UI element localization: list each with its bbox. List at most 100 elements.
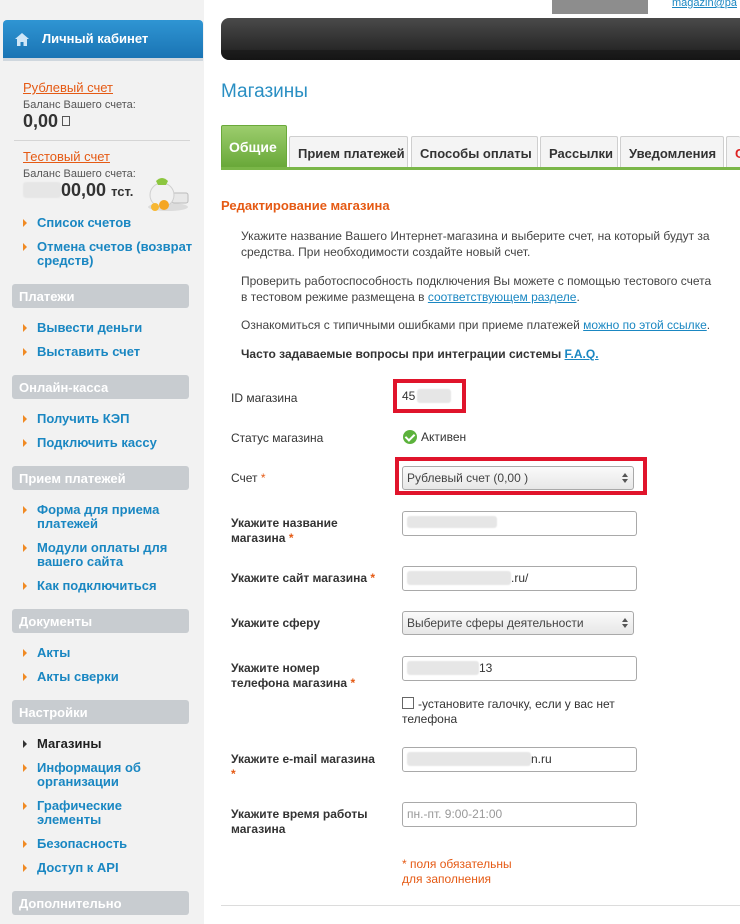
faq-text: Часто задаваемые вопросы при интеграции … bbox=[241, 346, 599, 362]
tab-more[interactable]: С bbox=[726, 136, 740, 167]
section-payments[interactable]: Платежи bbox=[12, 284, 189, 308]
blurred-value bbox=[407, 516, 497, 528]
arrow-right-icon bbox=[23, 243, 27, 251]
nav-connect-cash[interactable]: Подключить кассу bbox=[23, 436, 157, 450]
status-text: Активен bbox=[421, 430, 467, 444]
intro-line: Укажите название Вашего Интернет-магазин… bbox=[241, 229, 710, 243]
shop-name-input[interactable] bbox=[402, 511, 637, 536]
ruble-balance-label: Баланс Вашего счета: bbox=[23, 99, 136, 111]
email-value: n.ru bbox=[531, 752, 552, 766]
select-arrows-icon bbox=[622, 618, 628, 628]
blurred-amount bbox=[23, 182, 61, 198]
sphere-select[interactable]: Выберите сферы деятельности bbox=[402, 611, 634, 635]
arrow-right-icon bbox=[23, 439, 27, 447]
nav-payment-modules[interactable]: Модули оплаты для вашего сайта bbox=[23, 541, 183, 569]
required-note: * поля обязательны для заполнения bbox=[402, 857, 512, 887]
nav-label: Отмена счетов (возврат средств) bbox=[37, 239, 193, 268]
top-bar bbox=[221, 18, 740, 60]
sphere-label: Укажите сферу bbox=[231, 616, 320, 630]
intro-line: . bbox=[706, 318, 711, 332]
nav-cancel-invoices[interactable]: Отмена счетов (возврат средств) bbox=[23, 240, 193, 268]
test-account-block: Тестовый счет Баланс Вашего счета: 00,00… bbox=[23, 149, 136, 201]
site-label-text: Укажите сайт магазина bbox=[231, 571, 368, 585]
arrow-right-icon bbox=[23, 740, 27, 748]
shop-id-label: ID магазина bbox=[231, 391, 298, 405]
divider bbox=[14, 140, 190, 141]
nav-graphic-elements[interactable]: Графические элементы bbox=[23, 799, 153, 827]
intro-line: . bbox=[576, 290, 580, 304]
test-balance-label: Баланс Вашего счета: bbox=[23, 168, 136, 180]
required-note-line: * поля обязательны bbox=[402, 857, 512, 871]
errors-link[interactable]: можно по этой ссылке bbox=[583, 318, 707, 332]
email-input[interactable]: n.ru bbox=[402, 747, 637, 772]
arrow-right-icon bbox=[23, 673, 27, 681]
user-avatar[interactable] bbox=[552, 0, 648, 14]
account-label-text: Счет bbox=[231, 471, 258, 485]
nav-reconciliation-acts[interactable]: Акты сверки bbox=[23, 670, 119, 684]
tab-notifications[interactable]: Уведомления bbox=[620, 136, 724, 167]
tab-bar: Общие Прием платежей Способы оплаты Расс… bbox=[221, 125, 740, 170]
section-documents[interactable]: Документы bbox=[12, 609, 189, 633]
nav-how-to-connect[interactable]: Как подключиться bbox=[23, 579, 157, 593]
nav-label: Получить КЭП bbox=[37, 411, 130, 426]
blurred-value bbox=[407, 661, 479, 675]
nav-get-kep[interactable]: Получить КЭП bbox=[23, 412, 129, 426]
intro-text-1: Укажите название Вашего Интернет-магазин… bbox=[241, 228, 710, 260]
intro-line: Ознакомиться с типичными ошибками при пр… bbox=[241, 318, 584, 332]
section-online-cash[interactable]: Онлайн-касса bbox=[12, 375, 189, 399]
section-settings[interactable]: Настройки bbox=[12, 700, 189, 724]
ruble-account-link[interactable]: Рублевый счет bbox=[23, 80, 136, 95]
tab-payment-acceptance[interactable]: Прием платежей bbox=[289, 136, 408, 167]
ruble-balance-amount: 0,00 bbox=[23, 111, 59, 131]
section-additional[interactable]: Дополнительно bbox=[12, 891, 189, 915]
tab-mailings[interactable]: Рассылки bbox=[540, 136, 618, 167]
test-balance-amount: 00,00 bbox=[61, 180, 107, 200]
shop-name-label-line: Укажите название bbox=[231, 516, 338, 530]
phone-value: 13 bbox=[479, 661, 493, 675]
site-input[interactable]: .ru/ bbox=[402, 566, 637, 591]
nav-label: Безопасность bbox=[37, 836, 128, 851]
nav-acts[interactable]: Акты bbox=[23, 646, 70, 660]
nav-accounts-list[interactable]: Список счетов bbox=[23, 216, 131, 230]
tab-baseline bbox=[221, 167, 740, 170]
arrow-right-icon bbox=[23, 506, 27, 514]
arrow-right-icon bbox=[23, 840, 27, 848]
test-section-link[interactable]: соответствующем разделе bbox=[428, 290, 577, 304]
user-email-link[interactable]: magazin@pa bbox=[672, 0, 737, 9]
nav-label: Подключить кассу bbox=[37, 435, 157, 450]
nav-label: Магазины bbox=[37, 736, 102, 751]
hours-label-line: Укажите время работы bbox=[231, 807, 368, 821]
phone-input[interactable]: 13 bbox=[402, 656, 637, 681]
nav-invoice[interactable]: Выставить счет bbox=[23, 345, 140, 359]
nav-shops[interactable]: Магазины bbox=[23, 737, 101, 751]
account-label: Счет * bbox=[231, 471, 266, 486]
money-bag-icon bbox=[148, 178, 189, 211]
required-mark: * bbox=[370, 571, 376, 585]
test-account-link[interactable]: Тестовый счет bbox=[23, 149, 136, 164]
hours-label: Укажите время работы магазина bbox=[231, 807, 367, 837]
arrow-right-icon bbox=[23, 582, 27, 590]
check-circle-icon bbox=[403, 430, 417, 444]
nav-label: Выставить счет bbox=[37, 344, 141, 359]
nav-org-info[interactable]: Информация об организации bbox=[23, 761, 173, 789]
nav-withdraw[interactable]: Вывести деньги bbox=[23, 321, 142, 335]
hours-input[interactable]: пн.-пт. 9:00-21:00 bbox=[402, 802, 637, 827]
highlight-box-shop-id bbox=[393, 379, 466, 413]
faq-link[interactable]: F.A.Q. bbox=[565, 347, 599, 361]
blurred-value bbox=[407, 752, 531, 766]
nav-label: Список счетов bbox=[37, 215, 132, 230]
nav-security[interactable]: Безопасность bbox=[23, 837, 127, 851]
nav-label: Форма для приема платежей bbox=[37, 502, 160, 531]
section-accept-payments[interactable]: Прием платежей bbox=[12, 466, 189, 490]
intro-line: в тестовом режиме размещена в bbox=[241, 290, 428, 304]
tab-general[interactable]: Общие bbox=[221, 125, 287, 167]
arrow-right-icon bbox=[23, 864, 27, 872]
nav-payment-form[interactable]: Форма для приема платежей bbox=[23, 503, 173, 531]
site-label: Укажите сайт магазина * bbox=[231, 571, 375, 586]
nav-label: Графические элементы bbox=[37, 798, 122, 827]
tab-payment-methods[interactable]: Способы оплаты bbox=[411, 136, 538, 167]
cabinet-header[interactable]: Личный кабинет bbox=[3, 20, 203, 61]
shop-name-label: Укажите название магазина * bbox=[231, 516, 338, 546]
page-title: Магазины bbox=[221, 81, 308, 102]
nav-api-access[interactable]: Доступ к API bbox=[23, 861, 119, 875]
